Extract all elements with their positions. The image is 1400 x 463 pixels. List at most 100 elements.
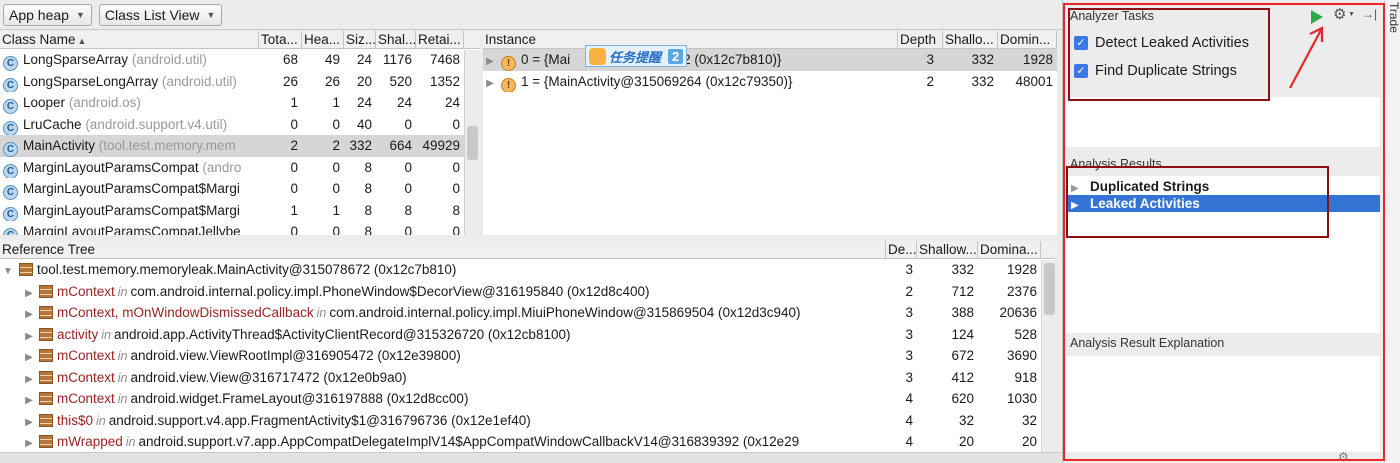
class-icon: C [3, 77, 18, 92]
reference-row[interactable]: ▶ mContext in android.widget.FrameLayout@31… [0, 388, 1041, 410]
tasks-spacer [1066, 97, 1380, 147]
class-row[interactable]: C LongSparseArray (android.util) 68 49 24 117… [0, 49, 464, 71]
result-leaked-activities[interactable]: ▶ Leaked Activities [1066, 195, 1380, 212]
field-icon [39, 370, 53, 384]
reference-row[interactable]: ▶ this$0 in android.support.v4.app.Fragment… [0, 410, 1041, 432]
expand-arrow-icon[interactable]: ▶ [22, 304, 36, 324]
expand-arrow-icon[interactable]: ▶ [22, 433, 36, 452]
reference-root-row[interactable]: ▼ tool.test.memory.memoryleak.MainActivit… [0, 259, 1057, 281]
expand-arrow-icon[interactable]: ▶ [22, 369, 36, 389]
column-shallow[interactable]: Shallo... [943, 31, 998, 49]
column-depth[interactable]: De... [886, 241, 917, 259]
column-class-name[interactable]: Class Name ▲ [0, 31, 259, 49]
class-icon: C [3, 142, 18, 157]
warning-icon: ! [501, 77, 516, 92]
reference-tree-pane: Reference Tree De... Shallow... Domina..… [0, 241, 1057, 452]
class-row[interactable]: C LruCache (android.support.v4.util) 0 0 40 0… [0, 114, 464, 135]
analyzer-panel: Analyzer Tasks ⚙ ▼ →| ✓ Detect Leaked Ac… [1062, 0, 1384, 463]
field-icon [39, 349, 53, 362]
class-row[interactable]: C LongSparseLongArray (android.util) 26 26 2… [0, 71, 464, 92]
instance-row[interactable]: ▶! 1 = {MainActivity@315069264 (0x12c7935… [483, 71, 1057, 93]
column-dominating[interactable]: Domina... [978, 241, 1041, 259]
popup-text: 任务提醒 [609, 49, 662, 65]
expand-arrow-icon[interactable]: ▶ [22, 347, 36, 367]
expand-arrow-icon[interactable]: ▶ [1071, 197, 1090, 214]
class-icon: C [3, 206, 18, 221]
collapse-arrow-icon[interactable]: ▼ [0, 261, 16, 281]
reference-row[interactable]: ▶ mContext in android.view.View@316717472 (… [0, 367, 1041, 389]
expand-arrow-icon[interactable]: ▶ [22, 412, 36, 432]
chevron-down-icon: ▼ [75, 9, 85, 20]
expand-arrow-icon[interactable]: ▶ [22, 326, 36, 346]
class-row[interactable]: C MarginLayoutParamsCompat$Margi 00800 [0, 178, 464, 200]
analyzer-tasks-title: Analyzer Tasks [1070, 9, 1154, 23]
notification-icon [589, 47, 606, 65]
reference-tree-scrollbar[interactable] [1041, 260, 1057, 452]
instance-header: Instance Depth Shallo... Domin... [483, 31, 1057, 49]
class-icon: C [3, 163, 18, 178]
reference-row[interactable]: ▶ mWrapped in android.support.v7.app.AppCom… [0, 431, 1041, 452]
status-bar [0, 452, 1062, 463]
class-row[interactable]: C MarginLayoutParamsCompat$Margi 11888 [0, 200, 464, 221]
field-icon [39, 435, 53, 448]
explanation-area [1066, 356, 1380, 452]
annotation-arrow-icon [1289, 26, 1324, 89]
field-icon [39, 327, 53, 341]
class-row[interactable]: C MarginLayoutParamsCompat (andro 0 0 8 0 0 [0, 157, 464, 178]
expand-arrow-icon[interactable]: ▶ [22, 390, 36, 410]
pin-icon[interactable]: →| [1362, 7, 1377, 21]
checkbox-checked-icon[interactable]: ✓ [1074, 36, 1088, 50]
field-icon [19, 263, 33, 276]
expand-arrow-icon[interactable]: ▶ [483, 73, 497, 93]
class-row[interactable]: CMarginLayoutParamsCompatJellybe 00800 [0, 221, 464, 235]
class-icon: C [3, 185, 18, 200]
reference-row[interactable]: ▶ mContext, mOnWindowDismissedCallback in c… [0, 302, 1041, 324]
field-icon [39, 413, 53, 427]
class-icon: C [3, 56, 18, 71]
scrollbar-thumb[interactable] [1044, 263, 1055, 315]
expand-arrow-icon[interactable]: ▶ [483, 51, 497, 71]
column-shallow[interactable]: Shal... [376, 31, 416, 49]
column-heap[interactable]: Hea... [302, 31, 344, 49]
class-row[interactable]: C MainActivity (tool.test.memory.mem 2 2 332… [0, 135, 464, 157]
class-list-header: Class Name ▲ Tota... Hea... Siz... Shal..… [0, 31, 480, 49]
side-tab-trade[interactable]: Trade [1384, 0, 1400, 463]
column-total[interactable]: Tota... [259, 31, 302, 49]
chevron-down-icon[interactable]: ▼ [1348, 11, 1355, 18]
toolbar: App heap ▼ Class List View ▼ [0, 0, 1062, 30]
popup-count-badge: 2 [668, 48, 684, 64]
view-select[interactable]: Class List View ▼ [98, 3, 223, 26]
gear-icon[interactable]: ⚙ [1338, 450, 1349, 463]
checkbox-checked-icon[interactable]: ✓ [1074, 64, 1088, 78]
scrollbar-thumb[interactable] [467, 126, 478, 160]
column-dominating[interactable]: Domin... [998, 31, 1057, 49]
column-instance[interactable]: Instance [483, 31, 898, 49]
class-icon: C [3, 120, 18, 135]
column-shallow[interactable]: Shallow... [917, 241, 978, 259]
task-detect-leaked-activities[interactable]: ✓ Detect Leaked Activities [1074, 35, 1249, 51]
column-retained[interactable]: Retai... [416, 31, 464, 49]
reference-row[interactable]: ▶ activity in android.app.ActivityThread$Ac… [0, 324, 1041, 346]
instance-row[interactable]: ▶! 0 = {Mai 672 (0x12c7b810)} 3 332 1928 [483, 49, 1057, 71]
column-reference-tree[interactable]: Reference Tree [0, 241, 886, 259]
task-reminder-popup[interactable]: 任务提醒 2 [585, 45, 688, 67]
sort-ascending-icon: ▲ [77, 36, 87, 46]
reference-row[interactable]: ▶ mContext in com.android.internal.policy.i… [0, 281, 1041, 303]
warning-icon: ! [501, 56, 516, 71]
column-size[interactable]: Siz... [344, 31, 376, 49]
reference-row[interactable]: ▶ mContext in android.view.ViewRootImpl@316… [0, 345, 1041, 367]
gear-icon[interactable]: ⚙ [1333, 5, 1346, 23]
chevron-down-icon: ▼ [206, 9, 216, 20]
heap-select-label: App heap [9, 6, 69, 23]
column-depth[interactable]: Depth [898, 31, 943, 49]
class-icon: C [3, 228, 18, 235]
expand-arrow-icon[interactable]: ▶ [22, 283, 36, 303]
task-find-duplicate-strings[interactable]: ✓ Find Duplicate Strings [1074, 63, 1237, 79]
heap-select[interactable]: App heap ▼ [3, 3, 92, 26]
class-list-scrollbar[interactable] [464, 50, 480, 235]
class-list-pane: Class Name ▲ Tota... Hea... Siz... Shal..… [0, 31, 480, 235]
result-duplicated-strings[interactable]: ▶ Duplicated Strings [1066, 178, 1380, 195]
analysis-result-explanation-title: Analysis Result Explanation [1070, 336, 1225, 350]
class-row[interactable]: C Looper (android.os) 1 1 24 24 24 [0, 92, 464, 114]
instance-pane: Instance Depth Shallo... Domin... ▶! 0 = … [483, 31, 1057, 235]
